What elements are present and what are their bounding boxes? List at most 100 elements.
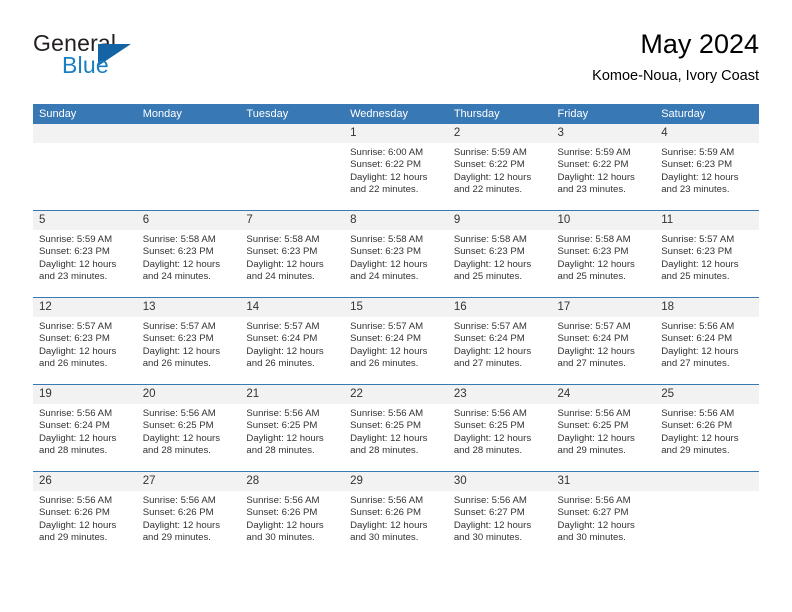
calendar-day-cell[interactable]: 20 Sunrise: 5:56 AM Sunset: 6:25 PM Dayligh… [136,384,241,472]
daylight-duration-line1: Daylight: 12 hours [39,519,117,531]
calendar-day-cell[interactable]: 4 Sunrise: 5:59 AM Sunset: 6:23 PM Daylight… [655,124,759,211]
calendar-day-cell[interactable]: 27 Sunrise: 5:56 AM Sunset: 6:26 PM Dayligh… [136,471,241,558]
page-subtitle: Komoe-Noua, Ivory Coast [592,68,759,84]
calendar-day-cell[interactable]: 7 Sunrise: 5:58 AM Sunset: 6:23 PM Daylight… [240,210,345,298]
sunset-time: Sunset: 6:24 PM [453,333,525,345]
sunset-time: Sunset: 6:23 PM [453,246,525,258]
daylight-duration-line2: and 24 minutes. [350,270,419,282]
sunrise-time: Sunrise: 5:59 AM [661,147,735,158]
calendar-day-cell[interactable]: 10 Sunrise: 5:58 AM Sunset: 6:23 PM Dayligh… [551,210,656,298]
calendar-day-cell[interactable]: 17 Sunrise: 5:57 AM Sunset: 6:24 PM Dayligh… [551,297,656,385]
sunrise-time: Sunrise: 5:58 AM [453,234,527,245]
sunset-time: Sunset: 6:26 PM [142,507,214,519]
day-details: Sunrise: 5:59 AM Sunset: 6:22 PM Daylight:… [552,143,656,210]
sunrise-time: Sunrise: 5:59 AM [557,147,631,158]
calendar-day-cell[interactable]: 2 Sunrise: 5:59 AM Sunset: 6:22 PM Daylight… [447,124,552,211]
daylight-duration-line1: Daylight: 12 hours [39,432,117,444]
sunset-time: Sunset: 6:27 PM [453,507,525,519]
calendar-day-cell[interactable]: 19 Sunrise: 5:56 AM Sunset: 6:24 PM Dayligh… [33,384,137,472]
day-details: Sunrise: 5:56 AM Sunset: 6:25 PM Daylight:… [240,404,344,471]
calendar-day-cell[interactable]: 21 Sunrise: 5:56 AM Sunset: 6:25 PM Dayligh… [240,384,345,472]
daylight-duration-line2: and 23 minutes. [557,183,626,195]
day-details: Sunrise: 5:57 AM Sunset: 6:24 PM Daylight:… [448,317,552,384]
calendar-page: General Blue May 2024 Komoe-Noua, Ivory … [0,0,792,612]
sunset-time: Sunset: 6:24 PM [661,333,733,345]
weekday-header-sunday: Sunday [33,104,137,124]
daylight-duration-line2: and 28 minutes. [350,444,419,456]
day-number: 1 [344,124,448,143]
calendar-day-cell[interactable]: 14 Sunrise: 5:57 AM Sunset: 6:24 PM Dayligh… [240,297,345,385]
daylight-duration-line1: Daylight: 12 hours [350,258,428,270]
calendar-day-cell[interactable]: 28 Sunrise: 5:56 AM Sunset: 6:26 PM Dayligh… [240,471,345,558]
calendar-day-cell[interactable]: 15 Sunrise: 5:57 AM Sunset: 6:24 PM Dayligh… [344,297,448,385]
daylight-duration-line2: and 26 minutes. [350,357,419,369]
weekday-header-thursday: Thursday [447,104,552,124]
calendar-day-cell[interactable]: 22 Sunrise: 5:56 AM Sunset: 6:25 PM Dayligh… [344,384,448,472]
daylight-duration-line1: Daylight: 12 hours [39,345,117,357]
sunrise-time: Sunrise: 5:59 AM [453,147,527,158]
calendar-day-cell[interactable]: 11 Sunrise: 5:57 AM Sunset: 6:23 PM Dayligh… [655,210,759,298]
calendar-header-row: Sunday Monday Tuesday Wednesday Thursday Frid… [33,104,759,124]
daylight-duration-line2: and 30 minutes. [350,531,419,543]
day-number: 2 [447,124,552,143]
day-number: 23 [447,385,552,404]
day-number [136,124,241,143]
calendar-cell-empty [240,124,345,211]
sunrise-time: Sunrise: 5:56 AM [246,495,320,506]
calendar-day-cell[interactable]: 12 Sunrise: 5:57 AM Sunset: 6:23 PM Dayligh… [33,297,137,385]
daylight-duration-line1: Daylight: 12 hours [246,519,324,531]
sunrise-time: Sunrise: 5:57 AM [557,321,631,332]
sunset-time: Sunset: 6:23 PM [142,333,214,345]
day-details [655,491,759,558]
calendar-day-cell[interactable]: 30 Sunrise: 5:56 AM Sunset: 6:27 PM Dayligh… [447,471,552,558]
daylight-duration-line2: and 27 minutes. [557,357,626,369]
calendar-day-cell[interactable]: 8 Sunrise: 5:58 AM Sunset: 6:23 PM Daylight… [344,210,448,298]
sunset-time: Sunset: 6:25 PM [350,420,422,432]
calendar-day-cell[interactable]: 13 Sunrise: 5:57 AM Sunset: 6:23 PM Dayligh… [136,297,241,385]
page-title: May 2024 [640,29,759,59]
day-number: 25 [655,385,759,404]
sunset-time: Sunset: 6:23 PM [661,246,733,258]
calendar-day-cell[interactable]: 18 Sunrise: 5:56 AM Sunset: 6:24 PM Dayligh… [655,297,759,385]
calendar-day-cell[interactable]: 3 Sunrise: 5:59 AM Sunset: 6:22 PM Daylight… [551,124,656,211]
sunset-time: Sunset: 6:25 PM [557,420,629,432]
daylight-duration-line1: Daylight: 12 hours [453,432,532,444]
weekday-header-tuesday: Tuesday [240,104,345,124]
sunset-time: Sunset: 6:23 PM [350,246,422,258]
calendar-cell-empty [655,471,759,558]
daylight-duration-line2: and 29 minutes. [142,531,211,543]
day-number: 19 [33,385,137,404]
calendar-day-cell[interactable]: 5 Sunrise: 5:59 AM Sunset: 6:23 PM Daylight… [33,210,137,298]
calendar-day-cell[interactable]: 23 Sunrise: 5:56 AM Sunset: 6:25 PM Dayligh… [447,384,552,472]
daylight-duration-line1: Daylight: 12 hours [661,345,739,357]
calendar-day-cell[interactable]: 25 Sunrise: 5:56 AM Sunset: 6:26 PM Dayligh… [655,384,759,472]
daylight-duration-line2: and 29 minutes. [661,444,730,456]
daylight-duration-line1: Daylight: 12 hours [246,432,324,444]
calendar-day-cell[interactable]: 29 Sunrise: 5:56 AM Sunset: 6:26 PM Dayligh… [344,471,448,558]
day-number: 29 [344,472,448,491]
day-number: 6 [136,211,241,230]
day-details: Sunrise: 5:56 AM Sunset: 6:25 PM Daylight:… [137,404,241,471]
daylight-duration-line2: and 29 minutes. [557,444,626,456]
sunrise-time: Sunrise: 5:57 AM [246,321,320,332]
calendar-day-cell[interactable]: 26 Sunrise: 5:56 AM Sunset: 6:26 PM Dayligh… [33,471,137,558]
daylight-duration-line1: Daylight: 12 hours [350,519,428,531]
day-number: 13 [136,298,241,317]
calendar-day-cell[interactable]: 6 Sunrise: 5:58 AM Sunset: 6:23 PM Daylight… [136,210,241,298]
calendar-day-cell[interactable]: 9 Sunrise: 5:58 AM Sunset: 6:23 PM Daylight… [447,210,552,298]
day-details: Sunrise: 5:57 AM Sunset: 6:24 PM Daylight:… [552,317,656,384]
sunset-time: Sunset: 6:25 PM [246,420,318,432]
day-details: Sunrise: 5:56 AM Sunset: 6:26 PM Daylight:… [33,491,137,558]
day-details: Sunrise: 5:57 AM Sunset: 6:23 PM Daylight:… [655,230,759,297]
calendar-day-cell[interactable]: 1 Sunrise: 6:00 AM Sunset: 6:22 PM Daylight… [344,124,448,211]
day-details: Sunrise: 5:58 AM Sunset: 6:23 PM Daylight:… [137,230,241,297]
day-details: Sunrise: 5:56 AM Sunset: 6:24 PM Daylight:… [655,317,759,384]
sunrise-time: Sunrise: 5:57 AM [142,321,216,332]
weekday-header-wednesday: Wednesday [344,104,448,124]
daylight-duration-line1: Daylight: 12 hours [142,432,221,444]
day-details [137,143,241,210]
calendar-day-cell[interactable]: 24 Sunrise: 5:56 AM Sunset: 6:25 PM Dayligh… [551,384,656,472]
sunset-time: Sunset: 6:26 PM [350,507,422,519]
calendar-day-cell[interactable]: 31 Sunrise: 5:56 AM Sunset: 6:27 PM Dayligh… [551,471,656,558]
calendar-day-cell[interactable]: 16 Sunrise: 5:57 AM Sunset: 6:24 PM Dayligh… [447,297,552,385]
